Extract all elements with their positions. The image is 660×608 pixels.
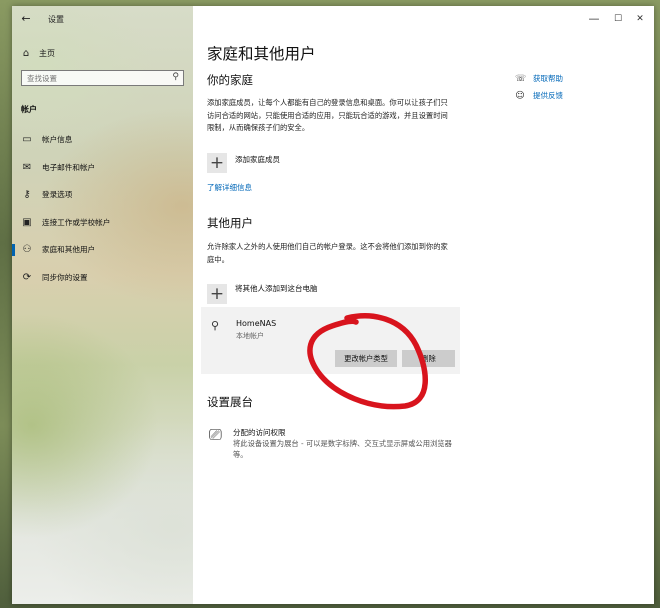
main-content: 家庭和其他用户 你的家庭 添加家庭成员，让每个人都能有自己的登录信息和桌面。你可… [193,6,654,604]
search-input[interactable] [22,71,167,85]
user-icon: ⚲ [211,319,220,332]
people-icon: ⚇ [22,244,32,256]
sidebar-item-sync-settings[interactable]: ⟳ 同步你的设置 [12,264,193,292]
sidebar-item-label: 同步你的设置 [42,272,88,282]
add-other-user-button[interactable]: 将其他人添加到这台电脑 [235,283,318,294]
sync-icon: ⟳ [22,271,32,283]
family-heading: 你的家庭 [207,73,253,87]
feedback-label: 提供反馈 [533,91,563,100]
account-name: HomeNAS [236,319,277,328]
feedback-link[interactable]: ☺ 提供反馈 [515,87,563,104]
account-type: 本地帐户 [236,332,264,340]
search-icon[interactable]: ⚲ [172,72,179,82]
remove-account-button[interactable]: 删除 [402,350,455,367]
search-box[interactable]: ⚲ [21,70,184,86]
feedback-person-icon: ☺ [515,90,525,101]
kiosk-icon: ⎚ [209,425,222,444]
sidebar-item-sign-in-options[interactable]: ⚷ 登录选项 [12,181,193,209]
sidebar-item-label: 连接工作或学校帐户 [42,217,111,227]
assigned-access-description: 将此设备设置为展台 - 可以是数字标牌、交互式显示屏或公用浏览器等。 [233,439,452,459]
add-family-plus-icon[interactable]: + [207,153,227,173]
sidebar-home-label: 主页 [39,49,55,58]
key-icon: ⚷ [23,189,31,201]
get-help-link[interactable]: ☏ 获取帮助 [515,70,563,87]
family-description: 添加家庭成员，让每个人都能有自己的登录信息和桌面。你可以让孩子们只访问合适的网站… [207,98,448,132]
sidebar-item-label: 家庭和其他用户 [42,245,96,255]
account-card-homenas[interactable]: ⚲ HomeNAS 本地帐户 更改帐户类型 删除 [201,307,460,374]
sidebar-item-email-accounts[interactable]: ✉ 电子邮件和帐户 [12,154,193,182]
home-icon: ⌂ [22,48,30,59]
sidebar-item-label: 电子邮件和帐户 [42,162,96,172]
sidebar-item-family-other-users[interactable]: ⚇ 家庭和其他用户 [12,236,193,264]
sidebar-nav: ▭ 帐户信息 ✉ 电子邮件和帐户 ⚷ 登录选项 ▣ 连接工作或学校帐户 ⚇ 家庭… [12,126,193,291]
assigned-access-link[interactable]: 分配的访问权限 [233,427,286,438]
other-users-description: 允许除家人之外的人使用他们自己的帐户登录。这不会将他们添加到你的家庭中。 [207,242,448,264]
add-other-user-plus-icon[interactable]: + [207,284,227,304]
page-title: 家庭和其他用户 [207,45,316,63]
mail-icon: ✉ [22,161,32,173]
learn-more-link[interactable]: 了解详细信息 [207,182,252,193]
sidebar [12,6,193,604]
get-help-label: 获取帮助 [533,74,563,83]
kiosk-heading: 设置展台 [207,395,253,409]
window-title: 设置 [48,15,64,24]
add-family-member-button[interactable]: 添加家庭成员 [235,154,280,165]
sidebar-item-work-school[interactable]: ▣ 连接工作或学校帐户 [12,209,193,237]
sidebar-item-label: 登录选项 [42,190,73,200]
sidebar-item-account-info[interactable]: ▭ 帐户信息 [12,126,193,154]
change-account-type-button[interactable]: 更改帐户类型 [335,350,397,367]
sidebar-section-label: 帐户 [21,105,37,114]
settings-window: ← 设置 — ☐ ✕ ⌂ 主页 ⚲ 帐户 ▭ 帐户信息 ✉ 电子邮件和帐户 ⚷ … [12,6,654,604]
help-panel: ☏ 获取帮助 ☺ 提供反馈 [515,70,563,104]
chat-bubble-icon: ☏ [515,73,527,84]
briefcase-icon: ▣ [22,216,32,228]
other-users-heading: 其他用户 [207,216,253,230]
sidebar-home[interactable]: ⌂ 主页 [20,48,55,59]
back-arrow-icon[interactable]: ← [18,12,34,26]
sidebar-item-label: 帐户信息 [42,135,73,145]
person-card-icon: ▭ [22,134,32,146]
